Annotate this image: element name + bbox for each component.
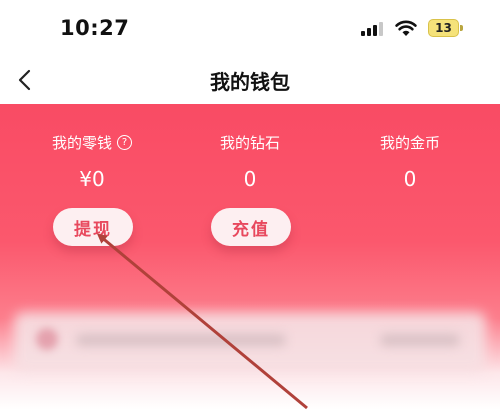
balance-coins: 我的金币 0 <box>330 132 490 191</box>
question-circle-icon[interactable]: ? <box>117 135 132 150</box>
wallet-screen: 10:27 13 我的钱包 我的零钱 ? ¥0 我的钻石 0 我的金币 0 提现… <box>0 0 500 410</box>
page-title: 我的钱包 <box>210 70 290 94</box>
wifi-icon <box>395 20 417 36</box>
chevron-left-icon[interactable] <box>14 67 38 93</box>
recharge-button[interactable]: 充值 <box>211 208 291 246</box>
signal-icon <box>361 22 383 36</box>
balance-diamonds: 我的钻石 0 <box>170 132 330 191</box>
balance-coins-value: 0 <box>403 167 417 191</box>
battery-level: 13 <box>435 21 452 35</box>
blurred-avatar <box>36 328 58 350</box>
status-bar: 10:27 13 <box>0 0 500 58</box>
blurred-text <box>76 334 286 346</box>
battery-icon: 13 <box>428 19 459 37</box>
balance-coins-label: 我的金币 <box>379 134 440 152</box>
balance-diamonds-label: 我的钻石 <box>219 134 280 152</box>
balance-change-value: ¥0 <box>79 167 105 191</box>
withdraw-button[interactable]: 提现 <box>53 208 133 246</box>
balance-diamonds-value: 0 <box>243 167 257 191</box>
nav-bar: 我的钱包 <box>0 58 500 102</box>
balance-change: 我的零钱 ? ¥0 <box>12 132 172 191</box>
battery-tip <box>460 25 463 31</box>
balance-change-label: 我的零钱 ? <box>52 132 132 153</box>
status-time: 10:27 <box>60 16 130 40</box>
blurred-text-secondary <box>380 334 460 346</box>
